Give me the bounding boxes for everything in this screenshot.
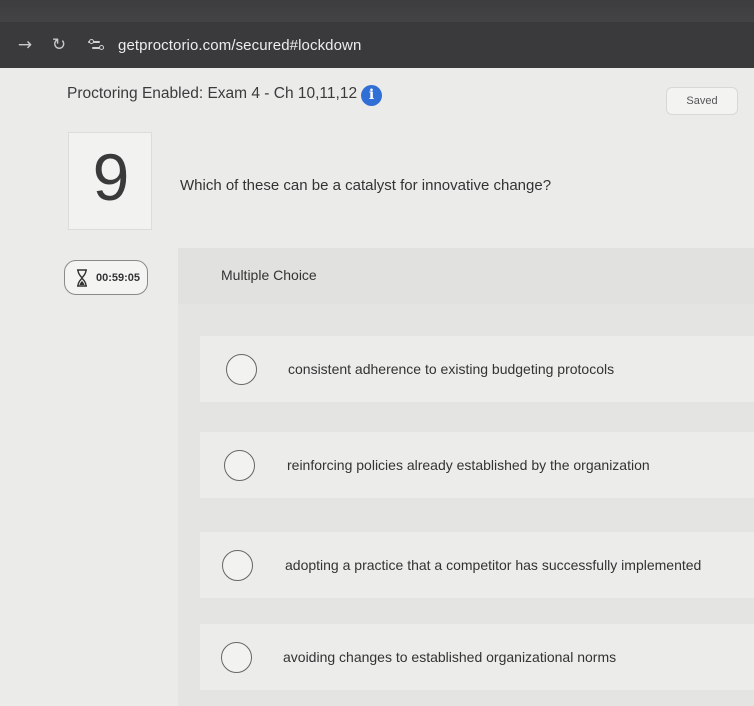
saved-status-badge: Saved (666, 87, 738, 115)
address-bar-url[interactable]: getproctorio.com/secured#lockdown (118, 37, 361, 54)
question-type-header: Multiple Choice (178, 248, 754, 304)
site-settings-icon[interactable] (88, 37, 106, 53)
question-text: Which of these can be a catalyst for inn… (180, 177, 552, 194)
answer-radio-4[interactable] (221, 641, 252, 673)
answer-option-label: reinforcing policies already established… (287, 457, 650, 473)
timer-value: 00:59:05 (96, 271, 141, 284)
reload-icon[interactable]: ↻ (44, 35, 74, 55)
answer-option-2[interactable]: reinforcing policies already established… (200, 432, 754, 498)
hourglass-icon (76, 268, 88, 287)
question-number: 9 (92, 140, 130, 214)
forward-arrow-icon[interactable]: → (10, 35, 40, 55)
question-number-box: 9 (68, 132, 152, 230)
exam-page: Proctoring Enabled: Exam 4 - Ch 10,11,12… (0, 68, 754, 706)
answer-radio-1[interactable] (226, 353, 257, 385)
answer-option-label: consistent adherence to existing budgeti… (288, 361, 615, 377)
answer-radio-3[interactable] (222, 549, 253, 581)
question-type-label: Multiple Choice (221, 267, 317, 283)
answer-option-4[interactable]: avoiding changes to established organiza… (200, 624, 754, 690)
answer-radio-2[interactable] (224, 449, 255, 481)
page-title: Proctoring Enabled: Exam 4 - Ch 10,11,12 (67, 85, 358, 102)
info-icon[interactable]: i (361, 85, 382, 106)
answer-option-label: adopting a practice that a competitor ha… (285, 557, 702, 573)
exam-timer: 00:59:05 (64, 260, 148, 295)
browser-toolbar: → ↻ getproctorio.com/secured#lockdown (0, 22, 754, 68)
answer-option-1[interactable]: consistent adherence to existing budgeti… (200, 336, 754, 402)
browser-tab-strip (0, 0, 754, 22)
answer-option-label: avoiding changes to established organiza… (283, 649, 617, 665)
answer-option-3[interactable]: adopting a practice that a competitor ha… (200, 532, 754, 598)
